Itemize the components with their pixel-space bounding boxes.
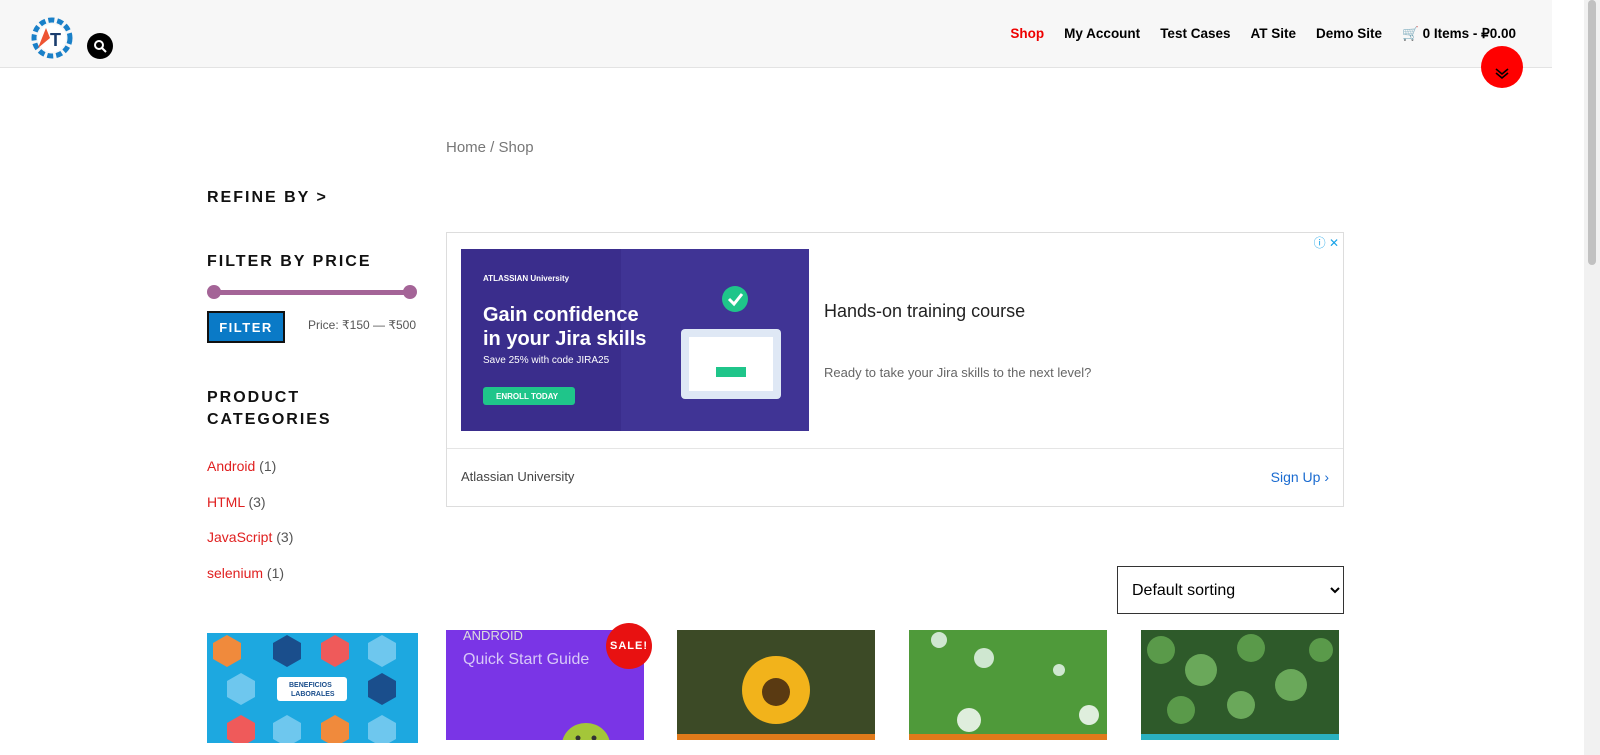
ad-signup-button[interactable]: Sign Up › — [1271, 469, 1329, 485]
sale-badge: SALE! — [606, 623, 652, 669]
chevron-down-icon — [1495, 68, 1509, 80]
sunflower-image — [677, 630, 875, 740]
leaves-image — [1141, 630, 1339, 740]
ad-image[interactable]: ATLASSIAN University Gain confidence in … — [461, 249, 809, 431]
category-link-selenium[interactable]: selenium — [207, 565, 263, 581]
filter-button[interactable]: FILTER — [207, 311, 285, 343]
category-link-javascript[interactable]: JavaScript — [207, 529, 272, 545]
nav-my-account[interactable]: My Account — [1064, 26, 1140, 42]
product-cover-line-1: ANDROID — [463, 630, 523, 643]
category-count: (3) — [248, 493, 266, 510]
ad-banner[interactable]: ⓘ ✕ ATLASSIAN University Gain confidence… — [446, 232, 1344, 507]
ad-title[interactable]: Hands-on training course — [824, 301, 1025, 322]
main-nav: Shop My Account Test Cases AT Site Demo … — [990, 26, 1516, 42]
ad-brand-small: ATLASSIAN University — [483, 274, 570, 283]
raindrops-image — [909, 630, 1107, 740]
site-logo[interactable]: T — [28, 14, 76, 62]
categories-heading-1: PRODUCT — [207, 389, 301, 406]
category-link-html[interactable]: HTML — [207, 494, 245, 510]
category-list: Android (1) HTML (3) JavaScript (3) sele… — [207, 458, 293, 601]
ad-headline-1: Gain confidence — [483, 304, 639, 326]
category-count: (3) — [276, 529, 294, 546]
ad-signup-label: Sign Up — [1270, 469, 1321, 485]
categories-heading-2: CATEGORIES — [207, 411, 332, 428]
chevron-right-icon: › — [1324, 469, 1329, 485]
svg-text:T: T — [50, 30, 61, 50]
refine-heading: REFINE BY > — [207, 189, 328, 206]
ad-cta[interactable]: ENROLL TODAY — [496, 392, 559, 401]
side-ad-text-2: LABORALES — [291, 691, 335, 698]
ad-promo: Save 25% with code JIRA25 — [483, 355, 610, 366]
ad-divider — [447, 448, 1343, 449]
side-ad-text-1: BENEFICIOS — [289, 682, 332, 689]
price-slider-min-handle[interactable] — [207, 285, 221, 299]
price-slider-max-handle[interactable] — [403, 285, 417, 299]
product-card-raindrops[interactable] — [909, 630, 1107, 740]
category-count: (1) — [266, 565, 285, 582]
search-icon — [94, 40, 107, 53]
category-item: selenium (1) — [207, 565, 293, 601]
search-button[interactable] — [87, 33, 113, 59]
side-ad-illustration: BENEFICIOS LABORALES — [207, 633, 418, 743]
site-header: T Shop My Account Test Cases AT Site Dem… — [0, 0, 1552, 68]
cart-summary: 0 Items - ₽0.00 — [1422, 26, 1516, 41]
ad-illustration: ATLASSIAN University Gain confidence in … — [461, 249, 809, 431]
price-slider-track[interactable] — [214, 290, 410, 295]
category-item: HTML (3) — [207, 494, 293, 530]
product-card-leaves[interactable] — [1141, 630, 1339, 740]
close-icon[interactable]: ✕ — [1329, 236, 1339, 250]
breadcrumb: Home / Shop — [446, 139, 534, 156]
nav-test-cases[interactable]: Test Cases — [1160, 26, 1230, 42]
ad-company: Atlassian University — [461, 469, 575, 484]
price-range-label: Price: ₹150 — ₹500 — [308, 318, 416, 332]
page-scrollbar[interactable] — [1584, 0, 1600, 755]
ad-choices[interactable]: ⓘ ✕ — [1314, 234, 1339, 251]
side-ad[interactable]: BENEFICIOS LABORALES — [207, 633, 418, 743]
product-cover-line-2: Quick Start Guide — [463, 651, 589, 668]
ad-info-icon[interactable]: ⓘ — [1314, 236, 1326, 250]
category-item: JavaScript (3) — [207, 529, 293, 565]
ad-description: Ready to take your Jira skills to the ne… — [824, 365, 1092, 380]
nav-demo-site[interactable]: Demo Site — [1316, 26, 1382, 42]
category-link-android[interactable]: Android — [207, 458, 255, 474]
nav-at-site[interactable]: AT Site — [1250, 26, 1296, 42]
nav-shop[interactable]: Shop — [1010, 26, 1044, 42]
scroll-down-button[interactable] — [1481, 46, 1523, 88]
nav-cart[interactable]: 🛒 0 Items - ₽0.00 — [1402, 26, 1516, 42]
scrollbar-thumb[interactable] — [1588, 0, 1596, 265]
category-item: Android (1) — [207, 458, 293, 494]
product-card-sunflower[interactable] — [677, 630, 875, 740]
sort-select[interactable]: Default sorting — [1117, 566, 1344, 614]
filter-price-heading: FILTER BY PRICE — [207, 253, 372, 270]
category-count: (1) — [259, 458, 277, 474]
ad-headline-2: in your Jira skills — [483, 328, 646, 350]
cart-icon: 🛒 — [1402, 26, 1419, 41]
